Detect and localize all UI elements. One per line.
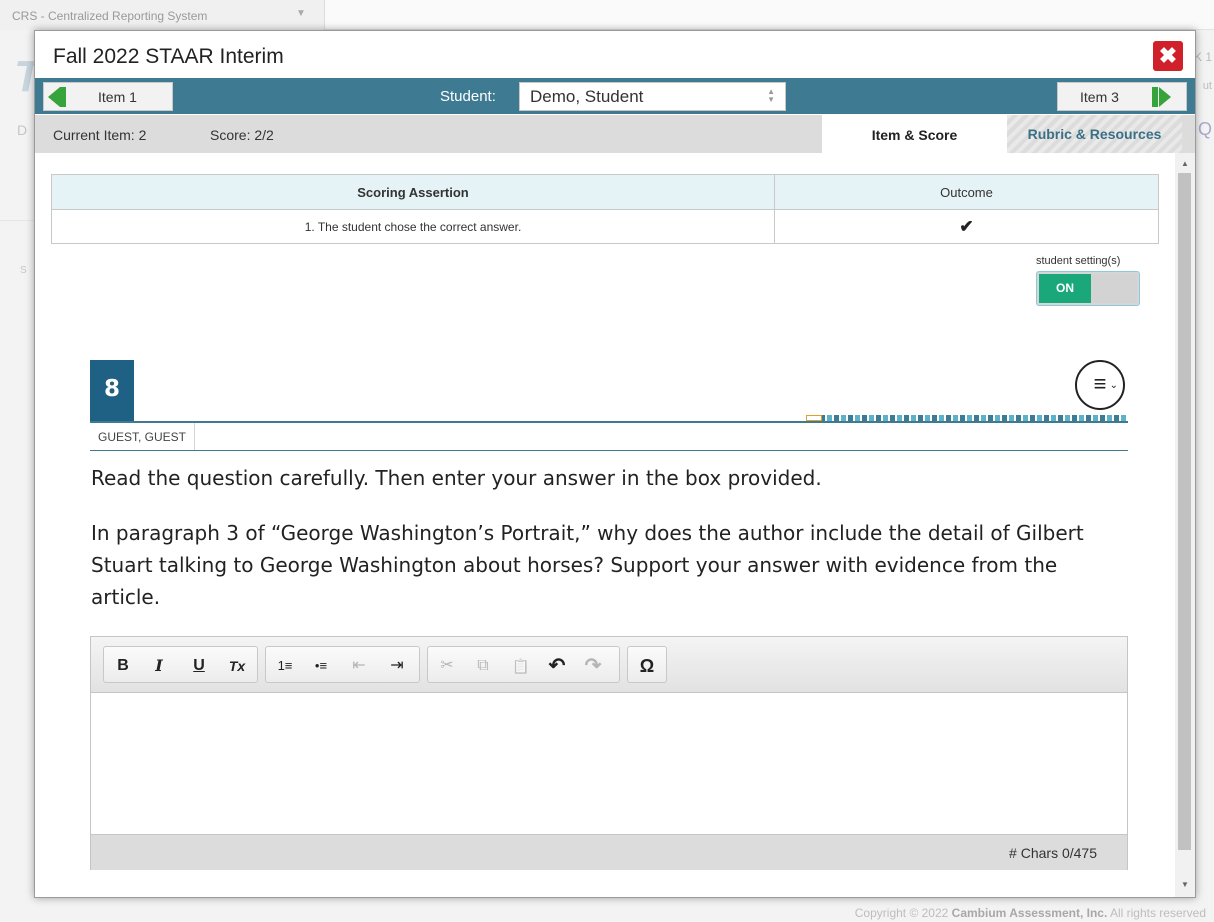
format-group: B I U Tx [103,646,258,683]
editor-toolbar: B I U Tx 1≡ •≡ ⇤ ⇥ ✂ ⧉ 📋 ↶ ↷ Ω [91,637,1127,693]
copyright-company: Cambium Assessment, Inc. [951,906,1108,920]
item-info-bar: Current Item: 2 Score: 2/2 Item & Score … [35,115,1195,153]
scrollbar[interactable]: ▲ ▼ [1175,153,1195,897]
item-navigation-bar: Item 1 Student: Demo, Student ▲ ▼ Item 3 [35,78,1195,114]
chevron-down-icon[interactable]: ▼ [296,8,306,19]
background-fragment: D [17,122,28,138]
table-header: Outcome [774,174,1159,210]
copyright-text: Copyright © 2022 Cambium Assessment, Inc… [855,906,1206,920]
item-content: Scoring Assertion Outcome 1. The student… [35,153,1175,897]
underline-button[interactable]: U [188,655,210,677]
item-viewer-modal: Fall 2022 STAAR Interim ✖ Item 1 Student… [34,30,1196,898]
tab-rubric-resources[interactable]: Rubric & Resources [1007,115,1182,153]
response-textarea[interactable] [91,694,1127,834]
hamburger-menu-icon: ≡ [1093,371,1107,396]
question-subheader-divider [90,450,1128,451]
previous-item-label: Item 1 [98,89,137,105]
special-group: Ω [627,646,667,683]
question-instruction: Read the question carefully. Then enter … [91,466,822,490]
student-select[interactable]: Demo, Student ▲ ▼ [519,82,786,111]
clipboard-group: ✂ ⧉ 📋 ↶ ↷ [427,646,620,683]
italic-button[interactable]: I [148,655,170,677]
arrow-left-icon [48,87,60,107]
scoring-table: Scoring Assertion Outcome 1. The student… [51,174,1159,244]
question-prompt: In paragraph 3 of “George Washington’s P… [91,521,1084,609]
clear-format-button[interactable]: Tx [226,655,248,677]
toggle-off-area [1091,274,1137,303]
response-editor: B I U Tx 1≡ •≡ ⇤ ⇥ ✂ ⧉ 📋 ↶ ↷ Ω # Chars 0… [90,636,1128,870]
special-character-button[interactable]: Ω [636,655,658,677]
item-menu-button[interactable]: ≡ ⌄ [1075,360,1125,410]
toggle-on-state: ON [1039,274,1091,303]
table-header-row: Scoring Assertion Outcome [51,174,1159,210]
next-item-button[interactable]: Item 3 [1057,82,1187,111]
table-header: Scoring Assertion [51,174,775,210]
student-name-tag: GUEST, GUEST [90,423,196,450]
bold-button[interactable]: B [112,655,134,677]
student-settings-toggle[interactable]: ON [1036,271,1140,306]
scroll-up-arrow-icon[interactable]: ▲ [1181,159,1189,168]
background-fragment: K 1 [1193,50,1212,64]
numbered-list-button[interactable]: 1≡ [274,655,296,677]
assertion-cell: 1. The student chose the correct answer. [51,209,775,244]
arrow-right-icon [1159,87,1171,107]
background-fragment: S [20,265,27,276]
student-settings-label: student setting(s) [1036,255,1121,267]
current-item-text: Current Item: 2 [53,127,147,143]
close-button[interactable]: ✖ [1153,41,1183,71]
arrow-right-bar-icon [1152,87,1158,107]
character-count: # Chars 0/475 [1009,845,1097,861]
next-item-label: Item 3 [1080,89,1119,105]
previous-item-button[interactable]: Item 1 [43,82,173,111]
cut-button[interactable]: ✂ [436,655,458,677]
list-group: 1≡ •≡ ⇤ ⇥ [265,646,420,683]
bulleted-list-button[interactable]: •≡ [310,655,332,677]
outdent-button[interactable]: ⇤ [348,655,370,677]
question-number: 8 [90,360,134,422]
browser-tab[interactable]: CRS - Centralized Reporting System ▼ [0,0,325,30]
copyright-suffix: All rights reserved [1107,906,1206,920]
modal-title: Fall 2022 STAAR Interim [53,45,284,68]
background-divider [0,220,34,221]
spinner-icon[interactable]: ▲ ▼ [767,88,775,104]
table-row: 1. The student chose the correct answer.… [51,209,1159,244]
outcome-cell: ✔ [774,209,1159,244]
checkmark-icon: ✔ [959,216,974,236]
chevron-down-icon: ⌄ [1109,380,1118,391]
search-icon: Q [1197,119,1212,139]
copy-button[interactable]: ⧉ [472,655,494,677]
indent-button[interactable]: ⇥ [386,655,408,677]
copyright-prefix: Copyright © 2022 [854,906,952,920]
undo-button[interactable]: ↶ [546,655,568,677]
background-header [325,0,1214,30]
score-text: Score: 2/2 [210,127,274,143]
student-select-value: Demo, Student [530,87,644,106]
question-header-divider [90,421,1128,423]
student-label: Student: [440,88,496,105]
tab-item-score[interactable]: Item & Score [822,115,1007,153]
background-fragment: ut [1202,80,1212,92]
redo-button[interactable]: ↷ [582,655,604,677]
browser-tab-title: CRS - Centralized Reporting System [12,9,208,23]
arrow-left-bar-icon [60,87,66,107]
editor-footer: # Chars 0/475 [91,834,1127,870]
scroll-down-arrow-icon[interactable]: ▼ [1181,880,1189,889]
scrollbar-thumb[interactable] [1178,173,1191,850]
paste-button[interactable]: 📋 [510,655,532,677]
